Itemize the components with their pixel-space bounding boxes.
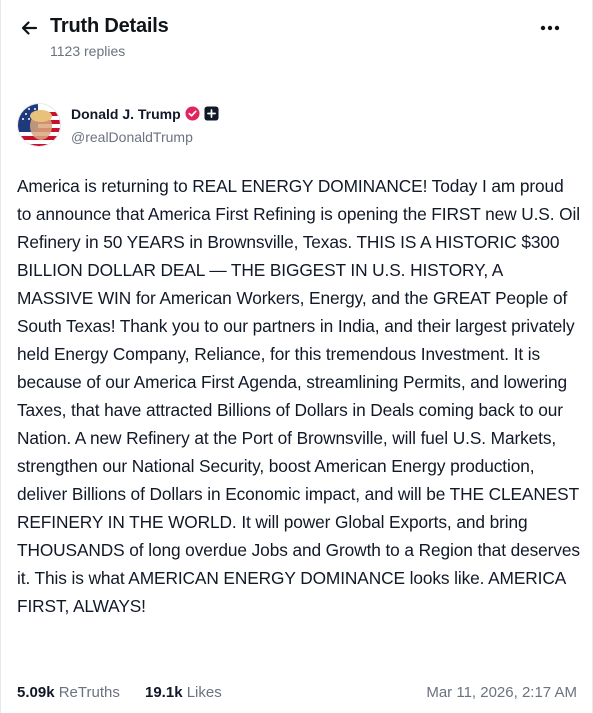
more-options-button[interactable] [536,16,564,40]
likes-count: 19.1k [145,684,183,701]
verified-badge-icon [185,106,200,121]
post-detail-panel: Truth Details 1123 replies Donald J. Tru… [0,0,593,713]
plus-square-icon[interactable] [204,106,219,121]
retruths-label: ReTruths [58,684,120,701]
post-text: America is returning to REAL ENERGY DOMI… [17,176,580,616]
author-handle[interactable]: @realDonaldTrump [71,129,193,145]
author-badges [185,106,219,121]
likes-label: Likes [186,684,222,701]
ellipsis-icon [540,25,560,31]
post-timestamp[interactable]: Mar 11, 2026, 2:17 AM [426,684,577,701]
author-block: Donald J. Trump @realDonaldTrump [17,103,417,147]
back-button[interactable] [17,16,41,40]
retruths-stat[interactable]: 5.09k ReTruths [17,684,120,701]
retruths-count: 5.09k [17,684,55,701]
post-stats: 5.09k ReTruths 19.1k Likes Mar 11, 2026,… [17,684,577,706]
post-body: America is returning to REAL ENERGY DOMI… [17,172,582,620]
avatar[interactable] [17,103,61,147]
replies-count[interactable]: 1123 replies [50,43,125,59]
likes-stat[interactable]: 19.1k Likes [145,684,222,701]
author-name[interactable]: Donald J. Trump [71,106,181,122]
page-title: Truth Details [50,15,169,37]
header: Truth Details 1123 replies [1,0,593,80]
arrow-left-icon [21,21,38,35]
